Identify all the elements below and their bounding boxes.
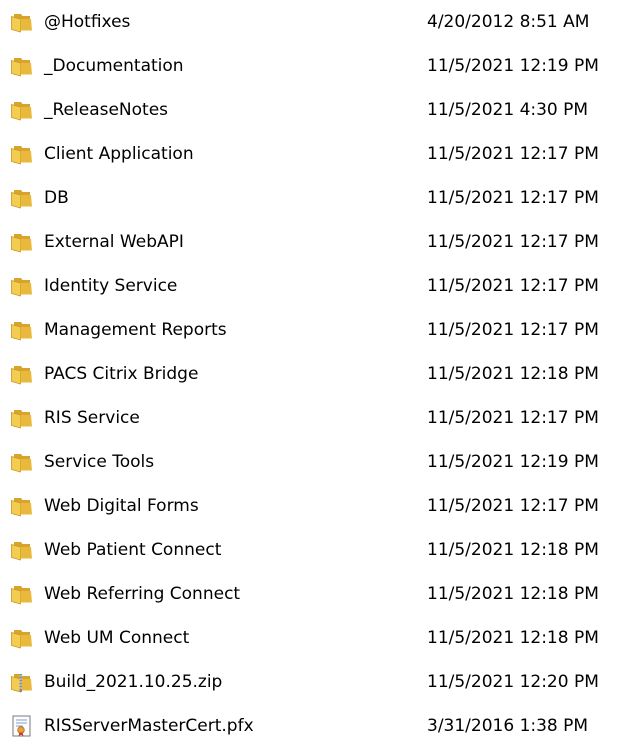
file-row[interactable]: DB 11/5/2021 12:17 PM <box>0 176 625 220</box>
file-row[interactable]: Web Digital Forms 11/5/2021 12:17 PM <box>0 484 625 528</box>
file-date-modified: 11/5/2021 12:17 PM <box>427 320 599 340</box>
file-date-modified: 11/5/2021 12:19 PM <box>427 56 599 76</box>
folder-icon <box>10 407 34 429</box>
file-row[interactable]: Build_2021.10.25.zip 11/5/2021 12:20 PM <box>0 660 625 704</box>
folder-icon <box>10 627 34 649</box>
file-row[interactable]: RISServerMasterCert.pfx 3/31/2016 1:38 P… <box>0 704 625 748</box>
folder-icon <box>10 187 34 209</box>
file-row[interactable]: Web Patient Connect 11/5/2021 12:18 PM <box>0 528 625 572</box>
file-name: PACS Citrix Bridge <box>44 364 199 384</box>
file-name: _Documentation <box>44 56 184 76</box>
file-date-modified: 11/5/2021 12:19 PM <box>427 452 599 472</box>
file-name: RIS Service <box>44 408 140 428</box>
file-name: DB <box>44 188 69 208</box>
folder-icon <box>10 583 34 605</box>
folder-icon <box>10 275 34 297</box>
file-date-modified: 11/5/2021 12:17 PM <box>427 188 599 208</box>
file-name: Management Reports <box>44 320 227 340</box>
file-date-modified: 11/5/2021 12:20 PM <box>427 672 599 692</box>
zip-folder-icon <box>10 671 34 693</box>
certificate-icon <box>10 715 34 737</box>
folder-icon <box>10 451 34 473</box>
file-name: Client Application <box>44 144 194 164</box>
file-list: @Hotfixes 4/20/2012 8:51 AM _Documentati… <box>0 0 625 740</box>
file-name: Web Digital Forms <box>44 496 199 516</box>
file-date-modified: 11/5/2021 12:18 PM <box>427 584 599 604</box>
folder-icon <box>10 319 34 341</box>
folder-icon <box>10 11 34 33</box>
file-row[interactable]: @Hotfixes 4/20/2012 8:51 AM <box>0 0 625 44</box>
file-date-modified: 3/31/2016 1:38 PM <box>427 716 589 736</box>
file-date-modified: 11/5/2021 12:17 PM <box>427 232 599 252</box>
file-name: External WebAPI <box>44 232 184 252</box>
file-row[interactable]: External WebAPI 11/5/2021 12:17 PM <box>0 220 625 264</box>
file-name: @Hotfixes <box>44 12 131 32</box>
file-name: RISServerMasterCert.pfx <box>44 716 254 736</box>
folder-icon <box>10 143 34 165</box>
file-date-modified: 11/5/2021 12:17 PM <box>427 276 599 296</box>
folder-icon <box>10 99 34 121</box>
file-name: Web UM Connect <box>44 628 190 648</box>
file-date-modified: 11/5/2021 12:17 PM <box>427 144 599 164</box>
file-date-modified: 11/5/2021 12:17 PM <box>427 408 599 428</box>
file-row[interactable]: Management Reports 11/5/2021 12:17 PM <box>0 308 625 352</box>
file-row[interactable]: RIS Service 11/5/2021 12:17 PM <box>0 396 625 440</box>
file-name: Service Tools <box>44 452 155 472</box>
file-date-modified: 4/20/2012 8:51 AM <box>427 12 590 32</box>
folder-icon <box>10 539 34 561</box>
file-name: _ReleaseNotes <box>44 100 169 120</box>
file-name: Web Patient Connect <box>44 540 222 560</box>
folder-icon <box>10 495 34 517</box>
file-date-modified: 11/5/2021 4:30 PM <box>427 100 589 120</box>
file-row[interactable]: _Documentation 11/5/2021 12:19 PM <box>0 44 625 88</box>
file-row[interactable]: Identity Service 11/5/2021 12:17 PM <box>0 264 625 308</box>
file-row[interactable]: Service Tools 11/5/2021 12:19 PM <box>0 440 625 484</box>
file-row[interactable]: Web UM Connect 11/5/2021 12:18 PM <box>0 616 625 660</box>
file-row[interactable]: Web Referring Connect 11/5/2021 12:18 PM <box>0 572 625 616</box>
file-date-modified: 11/5/2021 12:17 PM <box>427 496 599 516</box>
file-date-modified: 11/5/2021 12:18 PM <box>427 540 599 560</box>
file-row[interactable]: PACS Citrix Bridge 11/5/2021 12:18 PM <box>0 352 625 396</box>
folder-icon <box>10 363 34 385</box>
folder-icon <box>10 231 34 253</box>
file-name: Build_2021.10.25.zip <box>44 672 223 692</box>
file-row[interactable]: _ReleaseNotes 11/5/2021 4:30 PM <box>0 88 625 132</box>
folder-icon <box>10 55 34 77</box>
file-row[interactable]: Client Application 11/5/2021 12:17 PM <box>0 132 625 176</box>
file-date-modified: 11/5/2021 12:18 PM <box>427 628 599 648</box>
file-name: Identity Service <box>44 276 178 296</box>
file-name: Web Referring Connect <box>44 584 241 604</box>
file-date-modified: 11/5/2021 12:18 PM <box>427 364 599 384</box>
